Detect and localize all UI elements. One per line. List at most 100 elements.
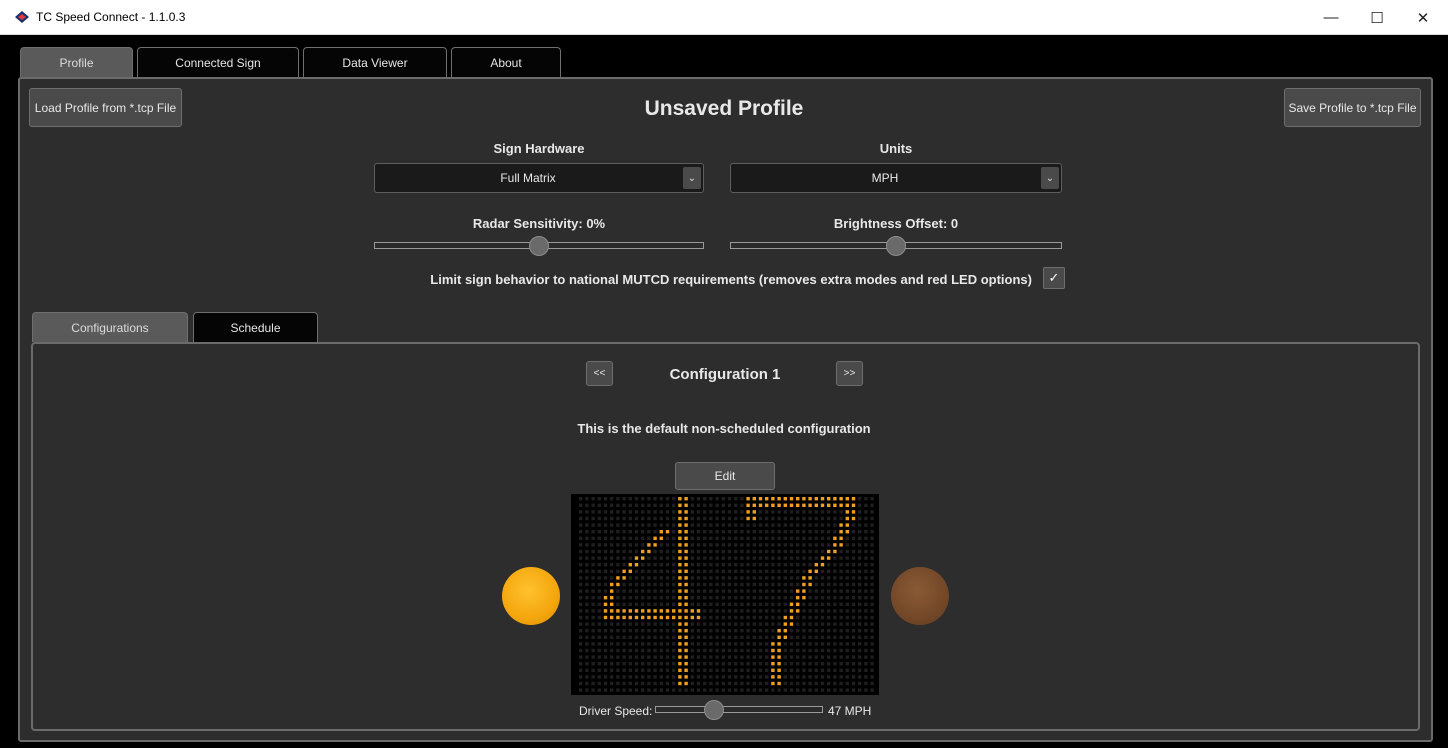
led-off: [715, 662, 719, 666]
led-off: [796, 516, 800, 521]
led-off: [845, 615, 849, 620]
sign-hardware-select[interactable]: Full Matrix ⌄: [374, 163, 704, 193]
chevron-down-icon[interactable]: ⌄: [1041, 167, 1059, 189]
led-off: [727, 609, 732, 613]
led-off: [690, 602, 694, 606]
load-profile-button[interactable]: Load Profile from *.tcp File: [29, 88, 182, 127]
led-off: [740, 602, 744, 606]
led-on: [777, 629, 781, 633]
led-off: [603, 523, 608, 527]
minimize-icon[interactable]: —: [1308, 0, 1354, 35]
led-off: [647, 602, 651, 606]
led-on: [758, 497, 763, 501]
led-off: [597, 530, 601, 534]
brightness-offset-thumb[interactable]: [886, 236, 906, 256]
led-off: [715, 635, 719, 639]
led-off: [802, 609, 806, 613]
led-off: [672, 563, 676, 567]
led-on: [622, 576, 626, 580]
led-off: [709, 543, 713, 547]
radar-sensitivity-thumb[interactable]: [529, 236, 549, 256]
maximize-icon[interactable]: ☐: [1354, 0, 1400, 35]
previous-configuration-button[interactable]: <<: [586, 361, 613, 386]
units-select[interactable]: MPH ⌄: [730, 163, 1062, 193]
led-off: [833, 596, 837, 600]
led-off: [845, 596, 849, 600]
tab-about[interactable]: About: [451, 47, 561, 77]
driver-speed-thumb[interactable]: [704, 700, 724, 720]
led-off: [696, 629, 701, 633]
led-off: [796, 668, 800, 672]
led-on: [796, 497, 800, 501]
led-off: [802, 642, 806, 646]
led-off: [585, 615, 589, 620]
led-matrix: [579, 497, 874, 692]
led-off: [796, 675, 800, 679]
led-off: [610, 681, 614, 686]
led-off: [870, 655, 874, 659]
led-off: [752, 615, 756, 620]
led-on: [647, 549, 651, 554]
led-off: [789, 510, 794, 514]
led-off: [740, 648, 744, 653]
led-on: [684, 675, 688, 679]
led-off: [603, 648, 608, 653]
led-off: [771, 556, 775, 560]
close-icon[interactable]: ✕: [1400, 0, 1446, 35]
tab-schedule[interactable]: Schedule: [193, 312, 318, 342]
chevron-down-icon[interactable]: ⌄: [683, 167, 701, 189]
tab-profile[interactable]: Profile: [20, 47, 133, 77]
mutcd-checkbox[interactable]: ✓: [1043, 267, 1065, 289]
led-off: [659, 497, 663, 501]
tab-connected-sign[interactable]: Connected Sign: [137, 47, 299, 77]
led-off: [870, 642, 874, 646]
led-off: [827, 523, 831, 527]
led-off: [864, 635, 868, 639]
led-off: [814, 556, 818, 560]
next-configuration-button[interactable]: >>: [836, 361, 863, 386]
led-off: [603, 536, 608, 540]
led-off: [808, 510, 812, 514]
led-off: [603, 668, 608, 672]
led-off: [789, 668, 794, 672]
edit-configuration-button[interactable]: Edit: [675, 462, 775, 490]
save-profile-button[interactable]: Save Profile to *.tcp File: [1284, 88, 1421, 127]
led-off: [789, 642, 794, 646]
led-off: [783, 688, 787, 692]
led-off: [827, 662, 831, 666]
driver-speed-slider[interactable]: [655, 706, 823, 713]
led-off: [665, 549, 670, 554]
led-off: [870, 523, 874, 527]
led-on: [610, 602, 614, 606]
led-off: [839, 681, 843, 686]
led-on: [684, 523, 688, 527]
tab-configurations[interactable]: Configurations: [32, 312, 188, 342]
led-off: [665, 642, 670, 646]
led-off: [597, 497, 601, 501]
led-off: [777, 563, 781, 567]
led-off: [839, 668, 843, 672]
led-off: [839, 589, 843, 593]
led-off: [622, 675, 626, 679]
led-on: [814, 497, 818, 501]
left-beacon-lamp: [502, 567, 560, 625]
led-off: [703, 543, 707, 547]
led-off: [864, 589, 868, 593]
led-on: [796, 609, 800, 613]
led-on: [622, 615, 626, 620]
led-on: [659, 536, 663, 540]
led-on: [647, 615, 651, 620]
led-off: [758, 622, 763, 626]
led-off: [796, 688, 800, 692]
led-off: [653, 589, 657, 593]
led-off: [703, 688, 707, 692]
led-off: [591, 510, 595, 514]
led-off: [765, 642, 769, 646]
led-off: [796, 655, 800, 659]
led-off: [858, 516, 862, 521]
led-off: [591, 503, 595, 507]
tab-data-viewer[interactable]: Data Viewer: [303, 47, 447, 77]
led-off: [591, 596, 595, 600]
led-on: [771, 497, 775, 501]
led-off: [591, 688, 595, 692]
